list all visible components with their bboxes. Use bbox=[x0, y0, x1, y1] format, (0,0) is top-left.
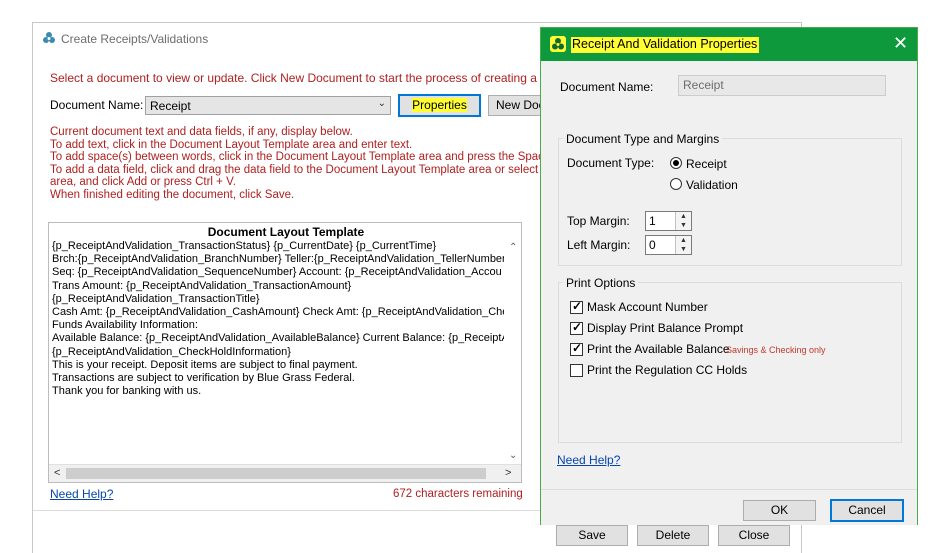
document-name-select[interactable]: Receipt ⌄ bbox=[145, 96, 391, 115]
receipt-radio-label[interactable]: Receipt bbox=[686, 157, 727, 171]
print-regulation-cc-checkbox[interactable] bbox=[570, 364, 583, 377]
left-margin-value: 0 bbox=[649, 238, 656, 252]
dialog-title-bar[interactable]: Receipt And Validation Properties ✕ bbox=[541, 28, 917, 61]
print-regulation-cc-label[interactable]: Print the Regulation CC Holds bbox=[587, 363, 747, 377]
dialog-title: Receipt And Validation Properties bbox=[571, 37, 760, 53]
scroll-down-icon[interactable]: ⌄ bbox=[509, 450, 517, 461]
need-help-link[interactable]: Need Help? bbox=[50, 487, 113, 501]
spin-arrows-icon[interactable]: ▲ ▼ bbox=[675, 236, 691, 254]
template-line: Brch:{p_ReceiptAndValidation_BranchNumbe… bbox=[52, 253, 504, 266]
dialog-document-name-field[interactable]: Receipt bbox=[678, 75, 886, 96]
template-line: Seq: {p_ReceiptAndValidation_SequenceNum… bbox=[52, 266, 502, 279]
document-layout-template[interactable]: Document Layout Template {p_ReceiptAndVa… bbox=[48, 222, 522, 483]
app-logo-icon bbox=[550, 36, 566, 52]
template-line: This is your receipt. Deposit items are … bbox=[52, 358, 358, 371]
group-label: Print Options bbox=[563, 276, 639, 290]
delete-button[interactable]: Delete bbox=[637, 525, 709, 546]
cancel-button[interactable]: Cancel bbox=[830, 499, 904, 522]
chevron-down-icon: ⌄ bbox=[377, 98, 386, 109]
scroll-right-icon[interactable]: > bbox=[505, 467, 511, 479]
document-name-label: Document Name: bbox=[50, 98, 144, 112]
top-margin-stepper[interactable]: 1 ▲ ▼ bbox=[645, 211, 692, 231]
validation-radio[interactable] bbox=[670, 178, 682, 190]
top-margin-label: Top Margin: bbox=[567, 214, 630, 228]
template-heading: Document Layout Template bbox=[207, 225, 365, 239]
new-document-button[interactable]: New Doc bbox=[488, 95, 548, 116]
ok-button[interactable]: OK bbox=[743, 500, 816, 521]
horizontal-scrollbar[interactable]: < > bbox=[49, 464, 521, 482]
properties-button[interactable]: Properties bbox=[398, 94, 481, 117]
template-line: Thank you for banking with us. bbox=[52, 385, 202, 398]
save-button[interactable]: Save bbox=[556, 525, 628, 546]
instruction-line: To add space(s) between words, click in … bbox=[50, 151, 560, 163]
template-line: Transactions are subject to verification… bbox=[52, 372, 355, 385]
template-line: {p_ReceiptAndValidation_CheckHoldInforma… bbox=[52, 345, 291, 358]
left-margin-stepper[interactable]: 0 ▲ ▼ bbox=[645, 235, 692, 255]
template-line: {p_ReceiptAndValidation_TransactionStatu… bbox=[52, 240, 437, 252]
mask-account-label[interactable]: Mask Account Number bbox=[587, 300, 708, 314]
validation-radio-label[interactable]: Validation bbox=[686, 178, 738, 192]
receipt-radio[interactable] bbox=[670, 157, 682, 169]
print-available-balance-label[interactable]: Print the Available Balance bbox=[587, 342, 730, 356]
instruction-line: area, and click Add or press Ctrl + V. bbox=[50, 176, 236, 188]
scrollbar-thumb[interactable] bbox=[66, 468, 486, 479]
top-margin-value: 1 bbox=[649, 214, 656, 228]
characters-remaining: 672 characters remaining bbox=[393, 488, 523, 500]
template-line: {p_ReceiptAndValidation_TransactionTitle… bbox=[52, 292, 260, 305]
display-balance-prompt-label[interactable]: Display Print Balance Prompt bbox=[587, 321, 743, 335]
template-line: Trans Amount: {p_ReceiptAndValidation_Tr… bbox=[52, 279, 352, 292]
template-line: Funds Availability Information: bbox=[52, 319, 198, 332]
scroll-left-icon[interactable]: < bbox=[54, 467, 60, 479]
intro-text: Select a document to view or update. Cli… bbox=[50, 71, 579, 85]
app-logo-icon bbox=[43, 32, 55, 43]
template-text-area[interactable]: {p_ReceiptAndValidation_TransactionStatu… bbox=[52, 240, 504, 460]
template-line: Cash Amt: {p_ReceiptAndValidation_CashAm… bbox=[52, 306, 504, 319]
scroll-up-icon[interactable]: ⌃ bbox=[509, 242, 517, 253]
window-title: Create Receipts/Validations bbox=[61, 32, 209, 46]
savings-checking-note: Savings & Checking only bbox=[726, 345, 826, 355]
vertical-scrollbar[interactable]: ⌃ ⌄ bbox=[505, 240, 521, 464]
dialog-footer: OK Cancel bbox=[541, 489, 917, 525]
template-line: Available Balance: {p_ReceiptAndValidati… bbox=[52, 332, 504, 345]
instruction-line: To add text, click in the Document Layou… bbox=[50, 138, 413, 151]
group-label: Document Type and Margins bbox=[563, 132, 723, 146]
document-name-value: Receipt bbox=[150, 99, 191, 113]
instructions: Current document text and data fields, i… bbox=[50, 126, 560, 201]
left-margin-label: Left Margin: bbox=[567, 238, 631, 252]
spin-arrows-icon[interactable]: ▲ ▼ bbox=[675, 212, 691, 230]
print-available-balance-checkbox[interactable] bbox=[570, 341, 583, 356]
close-icon[interactable]: ✕ bbox=[893, 33, 908, 54]
instruction-line: When finished editing the document, clic… bbox=[50, 188, 295, 201]
dialog-need-help-link[interactable]: Need Help? bbox=[557, 453, 620, 467]
document-type-label: Document Type: bbox=[567, 156, 655, 170]
display-balance-prompt-checkbox[interactable] bbox=[570, 320, 583, 335]
instruction-line: To add a data field, click and drag the … bbox=[50, 163, 551, 176]
mask-account-checkbox[interactable] bbox=[570, 299, 583, 314]
instruction-line: Current document text and data fields, i… bbox=[50, 126, 353, 138]
dialog-document-name-label: Document Name: bbox=[560, 80, 654, 94]
close-button[interactable]: Close bbox=[718, 525, 790, 546]
receipt-validation-properties-dialog: Receipt And Validation Properties ✕ Docu… bbox=[540, 27, 918, 525]
